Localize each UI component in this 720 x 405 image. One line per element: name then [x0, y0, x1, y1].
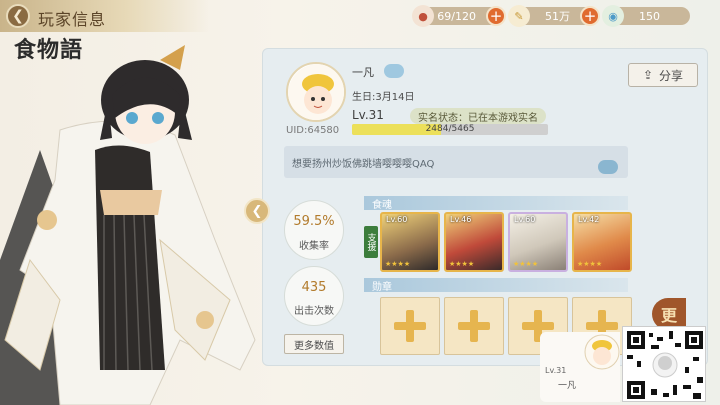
stamina-counter: ● 69/120 + — [412, 5, 506, 27]
more-stats-button[interactable]: 更多数值 — [284, 334, 344, 354]
mini-name: 一凡 — [558, 381, 577, 391]
character-card[interactable]: Lv.60 ★★★★ — [380, 212, 440, 272]
edit-name-icon[interactable] — [384, 64, 404, 78]
player-birthday: 生日:3月14日 — [352, 92, 415, 103]
character-card-level: Lv.46 — [450, 215, 472, 224]
share-icon: ⇪ — [642, 68, 654, 82]
page-title: 玩家信息 — [38, 10, 107, 29]
chevron-left-icon: ❮ — [251, 203, 263, 219]
support-tag: 支援 — [364, 226, 378, 258]
gem-counter: ◉ 150 — [602, 5, 690, 27]
coin-icon: ✎ — [508, 5, 530, 27]
star-icon: ★★★★ — [385, 260, 411, 268]
stamina-value: 69/120 — [437, 9, 476, 23]
stamina-add-button[interactable]: + — [486, 6, 506, 26]
back-button[interactable]: ❮ — [6, 4, 30, 28]
edit-signature-icon[interactable] — [598, 160, 618, 174]
share-label: 分享 — [659, 68, 684, 83]
star-icon: ★★★★ — [577, 260, 603, 268]
characters-section-title: 食魂 — [372, 200, 392, 211]
collapse-button[interactable]: ❮ — [244, 198, 270, 224]
character-card-level: Lv.60 — [514, 215, 536, 224]
share-button[interactable]: ⇪ 分享 — [628, 63, 698, 87]
player-level: Lv.31 — [352, 108, 384, 122]
character-card[interactable]: Lv.60 ★★★★ — [508, 212, 568, 272]
sortie-count-value: 435 — [301, 280, 327, 295]
coin-counter: ✎ 51万 + — [508, 5, 600, 27]
mini-avatar — [584, 334, 620, 370]
badges-section-title: 勋章 — [372, 282, 392, 293]
character-card[interactable]: Lv.42 ★★★★ — [572, 212, 632, 272]
character-illustration — [0, 45, 256, 405]
coin-value: 51万 — [545, 10, 570, 23]
signature-text: 想要扬州炒饭佛跳墙嘤嘤嘤QAQ — [292, 159, 435, 170]
character-card-level: Lv.60 — [386, 215, 408, 224]
plus-icon — [392, 308, 428, 344]
sortie-count-circle — [284, 266, 344, 326]
badge-slot[interactable] — [380, 297, 440, 355]
star-icon: ★★★★ — [449, 260, 475, 268]
stamina-icon: ● — [412, 5, 434, 27]
player-uid: UID:64580 — [286, 125, 340, 136]
gem-value: 150 — [639, 9, 660, 23]
characters-section-header — [364, 196, 628, 210]
sortie-count-label: 出击次数 — [294, 306, 334, 317]
plus-icon — [456, 308, 492, 344]
collection-rate-value: 59.5% — [293, 214, 335, 229]
badge-slot[interactable] — [444, 297, 504, 355]
qr-code-image — [627, 331, 703, 399]
collection-rate-label: 收集率 — [299, 241, 329, 252]
badges-section-header — [364, 278, 628, 292]
qr-code — [622, 326, 706, 402]
xp-text: 2484/5465 — [425, 124, 475, 134]
chevron-left-icon: ❮ — [12, 8, 24, 24]
character-card[interactable]: Lv.46 ★★★★ — [444, 212, 504, 272]
gem-icon: ◉ — [602, 5, 624, 27]
signature-field[interactable]: 想要扬州炒饭佛跳墙嘤嘤嘤QAQ — [284, 146, 628, 178]
star-icon: ★★★★ — [513, 260, 539, 268]
realname-status-badge: 实名状态：已在本游戏实名 — [410, 108, 546, 124]
player-name: 一凡 — [352, 66, 374, 79]
character-card-level: Lv.42 — [578, 215, 600, 224]
mini-level: Lv.31 — [545, 366, 567, 375]
coin-add-button[interactable]: + — [580, 6, 600, 26]
avatar[interactable] — [286, 62, 346, 122]
